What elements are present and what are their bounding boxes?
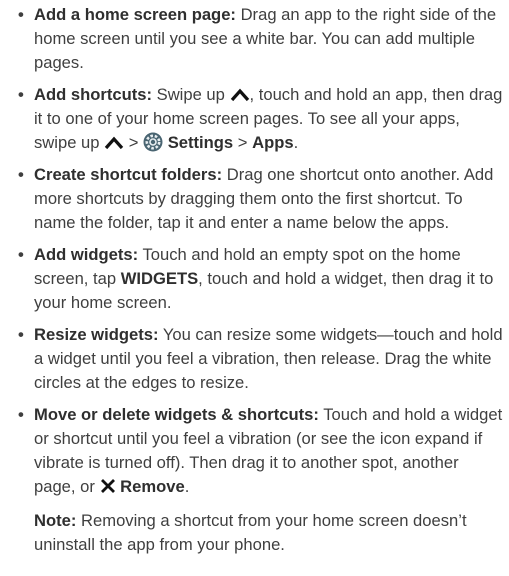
separator: > bbox=[237, 133, 248, 152]
settings-label: Settings bbox=[167, 133, 234, 152]
apps-label: Apps bbox=[252, 133, 294, 152]
list-item-create-shortcut-folders: • Create shortcut folders: Drag one shor… bbox=[16, 163, 503, 235]
bullet: • bbox=[18, 5, 24, 24]
note-label: Note: bbox=[34, 511, 77, 530]
bullet: • bbox=[18, 405, 24, 424]
item-title: Add shortcuts: bbox=[34, 85, 152, 104]
swipe-up-chevron-icon bbox=[230, 88, 249, 102]
bullet: • bbox=[18, 325, 24, 344]
item-text: Swipe up bbox=[156, 85, 225, 104]
separator: > bbox=[128, 133, 139, 152]
item-title: Add widgets: bbox=[34, 245, 139, 264]
item-title: Create shortcut folders: bbox=[34, 165, 223, 184]
item-title: Add a home screen page: bbox=[34, 5, 236, 24]
bullet: • bbox=[18, 85, 24, 104]
list-item-add-shortcuts: • Add shortcuts: Swipe up , touch and ho… bbox=[16, 83, 503, 155]
instructions-document: • Add a home screen page: Drag an app to… bbox=[0, 0, 509, 557]
list-item-add-home-screen-page: • Add a home screen page: Drag an app to… bbox=[16, 3, 503, 75]
settings-gear-icon bbox=[143, 132, 163, 152]
widgets-label: WIDGETS bbox=[120, 269, 199, 288]
list-item-resize-widgets: • Resize widgets: You can resize some wi… bbox=[16, 323, 503, 395]
swipe-up-chevron-icon bbox=[104, 136, 124, 150]
item-title: Move or delete widgets & shortcuts: bbox=[34, 405, 319, 424]
item-end: . bbox=[293, 133, 299, 152]
bullet: • bbox=[18, 165, 24, 184]
note-text: Removing a shortcut from your home scree… bbox=[34, 511, 467, 554]
bullet: • bbox=[18, 245, 24, 264]
note: Note: Removing a shortcut from your home… bbox=[16, 509, 503, 557]
list-item-add-widgets: • Add widgets: Touch and hold an empty s… bbox=[16, 243, 503, 315]
list-item-move-or-delete: • Move or delete widgets & shortcuts: To… bbox=[16, 403, 503, 499]
remove-x-icon bbox=[100, 479, 115, 493]
item-title: Resize widgets: bbox=[34, 325, 159, 344]
item-end: . bbox=[184, 477, 190, 496]
remove-label: Remove bbox=[120, 477, 185, 496]
